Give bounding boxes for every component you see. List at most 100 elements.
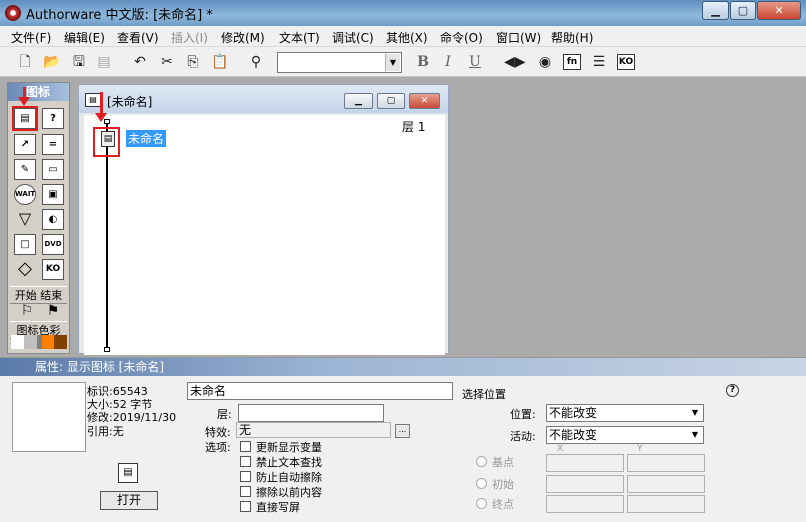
import-icon[interactable]: ▤ xyxy=(95,53,113,71)
checkbox-direct-to-screen[interactable] xyxy=(240,501,251,512)
maximize-button[interactable]: ▢ xyxy=(730,1,756,20)
menu-help[interactable]: 帮助(H) xyxy=(551,29,593,46)
digital-movie-icon[interactable]: ▣ xyxy=(42,184,64,205)
flowline-window: ▤ [未命名] ▁ ▢ ✕ 层 1 ▤ 未命名 xyxy=(78,84,449,355)
help-icon[interactable]: ? xyxy=(726,384,739,397)
position-value: 不能改变 xyxy=(549,406,598,420)
base-point-label: 基点 xyxy=(492,456,514,469)
active-select[interactable]: 不能改变 ▼ xyxy=(546,426,704,444)
effect-browse-button[interactable]: ... xyxy=(395,424,410,438)
flow-end-marker xyxy=(104,347,110,352)
option-exclude-text-search: 禁止文本查找 xyxy=(256,456,322,469)
decision-icon[interactable]: ◇ xyxy=(14,259,36,280)
flow-maximize-button[interactable]: ▢ xyxy=(377,93,405,109)
knowledge-object-icon[interactable]: KO xyxy=(42,259,64,280)
menu-other[interactable]: 其他(X) xyxy=(386,29,428,46)
checkbox-update-display-vars[interactable] xyxy=(240,441,251,452)
color-swatch-orange[interactable] xyxy=(42,335,54,349)
checkbox-exclude-text-search[interactable] xyxy=(240,456,251,467)
end-y-field xyxy=(627,495,705,513)
menu-file[interactable]: 文件(F) xyxy=(11,29,51,46)
video-icon[interactable]: DVD xyxy=(42,234,64,255)
color-swatch-silver[interactable] xyxy=(24,335,37,349)
radio-base-point[interactable] xyxy=(476,456,487,467)
menu-view[interactable]: 查看(V) xyxy=(117,29,159,46)
save-all-icon[interactable]: 🖫 xyxy=(70,53,88,71)
menu-insert[interactable]: 插入(I) xyxy=(171,29,208,46)
minimize-button[interactable]: ▁ xyxy=(702,1,729,20)
option-update-display-vars: 更新显示变量 xyxy=(256,441,322,454)
select-position-label: 选择位置 xyxy=(462,388,506,401)
checkbox-prevent-auto-erase[interactable] xyxy=(240,471,251,482)
find-icon[interactable]: ⚲ xyxy=(247,53,265,71)
start-flag-label: 开始 xyxy=(14,289,37,302)
new-file-icon[interactable]: 🗋 xyxy=(16,53,34,71)
position-select[interactable]: 不能改变 ▼ xyxy=(546,404,704,422)
active-value: 不能改变 xyxy=(549,428,598,442)
color-swatch-white[interactable] xyxy=(11,335,24,349)
end-flag-icon[interactable]: ⚑ xyxy=(42,302,64,323)
reference-label: 引用:无 xyxy=(87,425,124,438)
display-icon: ▤ xyxy=(118,463,138,483)
layer-field-label: 层: xyxy=(217,408,232,421)
variables-icon[interactable]: ☰ xyxy=(590,53,608,71)
option-direct-to-screen: 直接写屏 xyxy=(256,501,300,514)
menu-commands[interactable]: 命令(O) xyxy=(440,29,483,46)
underline-button[interactable]: U xyxy=(466,53,484,71)
flow-window-icon: ▤ xyxy=(85,93,101,107)
cut-icon[interactable]: ✂ xyxy=(158,53,176,71)
motion-icon[interactable]: ↗ xyxy=(14,134,36,155)
chevron-down-icon[interactable]: ▼ xyxy=(688,428,702,442)
flowline-canvas[interactable]: 层 1 ▤ 未命名 xyxy=(84,115,445,355)
flow-close-button[interactable]: ✕ xyxy=(409,93,440,109)
x-column-header: X xyxy=(557,444,564,454)
control-panel-icon[interactable]: ◉ xyxy=(536,53,554,71)
text-style-combo[interactable]: ▼ xyxy=(277,52,402,73)
position-label: 位置: xyxy=(510,408,536,421)
menu-debug[interactable]: 调试(C) xyxy=(332,29,374,46)
properties-title[interactable]: 属性: 显示图标 [未命名] xyxy=(0,358,806,376)
calculate-icon[interactable]: = xyxy=(42,134,64,155)
layer-field[interactable] xyxy=(238,404,384,422)
sound-icon[interactable]: ◐ xyxy=(42,209,64,230)
red-arrow-flow xyxy=(100,92,103,115)
menu-edit[interactable]: 编辑(E) xyxy=(64,29,105,46)
run-icon[interactable]: ◀▶ xyxy=(504,53,526,71)
layer-label: 层 1 xyxy=(402,120,426,134)
navigate-icon[interactable]: ▽ xyxy=(14,209,36,230)
wait-icon[interactable]: WAIT xyxy=(14,184,36,205)
interaction-icon[interactable]: ? xyxy=(42,108,64,129)
functions-button[interactable]: fn xyxy=(563,54,581,70)
bold-button[interactable]: B xyxy=(414,53,432,71)
open-file-icon[interactable]: 📂 xyxy=(43,53,61,71)
menu-modify[interactable]: 修改(M) xyxy=(221,29,265,46)
icon-preview xyxy=(12,382,86,452)
knowledge-objects-button[interactable]: KO xyxy=(617,54,635,70)
close-button[interactable]: ✕ xyxy=(757,1,801,20)
flow-node-label[interactable]: 未命名 xyxy=(126,130,167,147)
initial-y-field xyxy=(627,475,705,493)
menu-text[interactable]: 文本(T) xyxy=(279,29,320,46)
erase-icon[interactable]: ✎ xyxy=(14,159,36,180)
end-point-label: 终点 xyxy=(492,498,514,511)
framework-icon[interactable]: □ xyxy=(14,234,36,255)
checkbox-erase-previous[interactable] xyxy=(240,486,251,497)
icon-name-field[interactable]: 未命名 xyxy=(187,382,453,400)
map-icon[interactable]: ▭ xyxy=(42,159,64,180)
paste-icon[interactable]: 📋 xyxy=(211,53,229,71)
copy-icon[interactable]: ⎘ xyxy=(184,53,202,71)
flow-minimize-button[interactable]: ▁ xyxy=(344,93,373,109)
chevron-down-icon[interactable]: ▼ xyxy=(688,406,702,420)
italic-button[interactable]: I xyxy=(439,53,457,71)
chevron-down-icon[interactable]: ▼ xyxy=(385,54,400,71)
open-button[interactable]: 打开 xyxy=(100,491,158,510)
start-flag-icon[interactable]: ⚐ xyxy=(16,302,38,323)
radio-end-point[interactable] xyxy=(476,498,487,509)
radio-initial-point[interactable] xyxy=(476,478,487,489)
effect-field: 无 xyxy=(236,422,391,438)
color-swatch-brown[interactable] xyxy=(54,335,67,349)
authorware-app-icon[interactable] xyxy=(5,5,21,21)
menu-window[interactable]: 窗口(W) xyxy=(496,29,541,46)
undo-icon[interactable]: ↶ xyxy=(131,53,149,71)
title-bar: Authorware 中文版: [未命名] * ▁ ▢ ✕ xyxy=(0,0,806,26)
